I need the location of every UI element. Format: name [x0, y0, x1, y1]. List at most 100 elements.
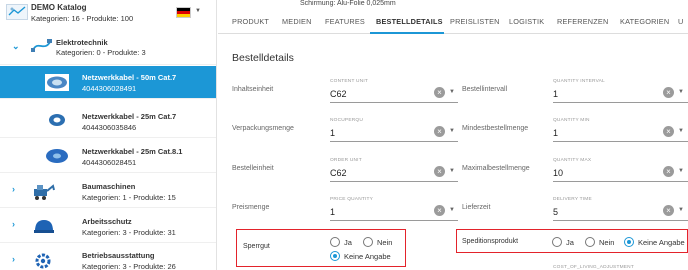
- language-caret-icon[interactable]: ▼: [195, 8, 201, 14]
- clear-icon[interactable]: ×: [434, 205, 445, 216]
- tree-item-arbeitsschutz[interactable]: › Arbeitsschutz Kategorien: 3 - Produkte…: [0, 209, 216, 243]
- field-underline: [553, 220, 688, 221]
- bestellintervall-input[interactable]: 1: [553, 89, 558, 99]
- mindestbestellmenge-input[interactable]: 1: [553, 128, 558, 138]
- product-title: Netzwerkkabel - 25m Cat.8.1: [82, 147, 183, 156]
- sperrgut-nein-label[interactable]: Nein: [377, 238, 392, 247]
- cost-of-living-caption: COST_OF_LIVING_ADJUSTMENT: [553, 265, 634, 270]
- tab-kategorien[interactable]: KATEGORIEN: [620, 17, 669, 26]
- clear-icon[interactable]: ×: [663, 87, 674, 98]
- sperrgut-ja-label[interactable]: Ja: [344, 238, 352, 247]
- inhaltseinheit-label: Inhaltseinheit: [232, 86, 274, 93]
- catalog-meta: Kategorien: 16 - Produkte: 100: [31, 14, 134, 23]
- tab-bestelldetails[interactable]: BESTELLDETAILS: [376, 17, 443, 26]
- catalog-logo-icon: [6, 4, 28, 20]
- quantity-max-caption: QUANTITY MAX: [553, 158, 592, 163]
- chevron-right-icon[interactable]: ›: [12, 254, 15, 264]
- bestelleinheit-label: Bestelleinheit: [232, 165, 274, 172]
- tab-more[interactable]: U: [678, 17, 683, 26]
- spedition-nein-label[interactable]: Nein: [599, 238, 614, 247]
- tree-product-3[interactable]: Netzwerkkabel - 25m Cat.8.1 404430602845…: [0, 139, 216, 173]
- verpackungsmenge-input[interactable]: 1: [330, 128, 335, 138]
- tree-item-meta: Kategorien: 3 - Produkte: 26: [82, 262, 176, 270]
- dropdown-caret-icon[interactable]: ▼: [678, 168, 684, 174]
- clear-icon[interactable]: ×: [663, 166, 674, 177]
- order-unit-caption: ORDER UNIT: [330, 158, 362, 163]
- sperrgut-ja-radio[interactable]: [330, 237, 340, 247]
- clear-icon[interactable]: ×: [434, 166, 445, 177]
- gear-icon: [35, 253, 51, 269]
- spedition-ja-label[interactable]: Ja: [566, 238, 574, 247]
- inhaltseinheit-select[interactable]: C62: [330, 89, 347, 99]
- tab-medien[interactable]: MEDIEN: [282, 17, 312, 26]
- tab-referenzen[interactable]: REFERENZEN: [557, 17, 608, 26]
- app-window: DEMO Katalog Kategorien: 16 - Produkte: …: [0, 0, 688, 270]
- field-underline: [330, 141, 458, 142]
- tab-produkt[interactable]: PRODUKT: [232, 17, 269, 26]
- chevron-right-icon[interactable]: ›: [12, 184, 15, 194]
- preismenge-input[interactable]: 1: [330, 207, 335, 217]
- chevron-down-icon[interactable]: ⌄: [12, 41, 20, 52]
- sperrgut-keine-angabe-label[interactable]: Keine Angabe: [344, 252, 391, 261]
- field-underline: [553, 102, 688, 103]
- tree-item-betriebsausstattung[interactable]: › Betriebsausstattung Kategorien: 3 - Pr…: [0, 244, 216, 270]
- category-sidebar: DEMO Katalog Kategorien: 16 - Produkte: …: [0, 0, 217, 270]
- tab-preislisten[interactable]: PREISLISTEN: [450, 17, 500, 26]
- maximalbestellmenge-label: Maximalbestellmenge: [462, 165, 530, 172]
- sperrgut-nein-radio[interactable]: [363, 237, 373, 247]
- field-underline: [330, 220, 458, 221]
- sperrgut-label: Sperrgut: [243, 243, 270, 250]
- dropdown-caret-icon[interactable]: ▼: [449, 168, 455, 174]
- tree-item-elektrotechnik[interactable]: ⌄ Elektrotechnik Kategorien: 0 - Produkt…: [0, 30, 216, 65]
- language-flag-de-icon[interactable]: [176, 7, 191, 18]
- clear-icon[interactable]: ×: [663, 126, 674, 137]
- lieferzeit-input[interactable]: 5: [553, 207, 558, 217]
- dropdown-caret-icon[interactable]: ▼: [678, 128, 684, 134]
- clear-icon[interactable]: ×: [434, 87, 445, 98]
- clear-icon[interactable]: ×: [434, 126, 445, 137]
- chevron-right-icon[interactable]: ›: [12, 219, 15, 229]
- order-details-panel: Bestelldetails Inhaltseinheit CONTENT UN…: [218, 34, 688, 270]
- catalog-header[interactable]: DEMO Katalog Kategorien: 16 - Produkte: …: [0, 0, 216, 27]
- spedition-keine-angabe-label[interactable]: Keine Angabe: [638, 238, 685, 247]
- cable-coil-icon: [49, 114, 65, 126]
- tab-logistik[interactable]: LOGISTIK: [509, 17, 544, 26]
- field-underline: [553, 141, 688, 142]
- tree-item-title: Arbeitsschutz: [82, 217, 132, 226]
- spedition-ja-radio[interactable]: [552, 237, 562, 247]
- bestellintervall-label: Bestellintervall: [462, 86, 508, 93]
- lieferzeit-label: Lieferzeit: [462, 204, 491, 211]
- cable-spool-icon: [45, 74, 69, 91]
- verpackungsmenge-label: Verpackungsmenge: [232, 125, 294, 132]
- catalog-title: DEMO Katalog: [31, 3, 87, 12]
- tree-product-1[interactable]: Netzwerkkabel - 50m Cat.7 4044306028491: [0, 66, 216, 99]
- tab-features[interactable]: FEATURES: [325, 17, 365, 26]
- dropdown-caret-icon[interactable]: ▼: [678, 207, 684, 213]
- maximalbestellmenge-input[interactable]: 10: [553, 168, 563, 178]
- product-tabs: PRODUKT MEDIEN FEATURES BESTELLDETAILS P…: [218, 10, 688, 34]
- tree-item-title: Elektrotechnik: [56, 38, 108, 47]
- delivery-time-caption: DELIVERY TIME: [553, 197, 592, 202]
- shielding-info-text: Schirmung: Alu-Folie 0,025mm: [300, 0, 396, 7]
- tree-item-title: Baumaschinen: [82, 182, 136, 191]
- sperrgut-keine-angabe-radio[interactable]: [330, 251, 340, 261]
- dropdown-caret-icon[interactable]: ▼: [678, 89, 684, 95]
- product-ean: 4044306035846: [82, 123, 137, 132]
- section-title: Bestelldetails: [232, 52, 294, 64]
- clear-icon[interactable]: ×: [663, 205, 674, 216]
- bestelleinheit-select[interactable]: C62: [330, 168, 347, 178]
- tree-item-baumaschinen[interactable]: › Baumaschinen Kategorien: 1 - Produkte:…: [0, 174, 216, 208]
- tree-item-title: Betriebsausstattung: [82, 251, 155, 260]
- tree-product-2[interactable]: Netzwerkkabel - 25m Cat.7 4044306035846: [0, 103, 216, 138]
- spedition-keine-angabe-radio[interactable]: [624, 237, 634, 247]
- dropdown-caret-icon[interactable]: ▼: [449, 207, 455, 213]
- quantity-interval-caption: QUANTITY INTERVAL: [553, 79, 605, 84]
- speditionsprodukt-label: Speditionsprodukt: [462, 238, 519, 245]
- tree-item-meta: Kategorien: 0 - Produkte: 3: [56, 48, 146, 57]
- cable-category-icon: [31, 39, 52, 52]
- dropdown-caret-icon[interactable]: ▼: [449, 89, 455, 95]
- spedition-nein-radio[interactable]: [585, 237, 595, 247]
- field-underline: [553, 181, 688, 182]
- dropdown-caret-icon[interactable]: ▼: [449, 128, 455, 134]
- quantity-min-caption: QUANTITY MIN: [553, 118, 590, 123]
